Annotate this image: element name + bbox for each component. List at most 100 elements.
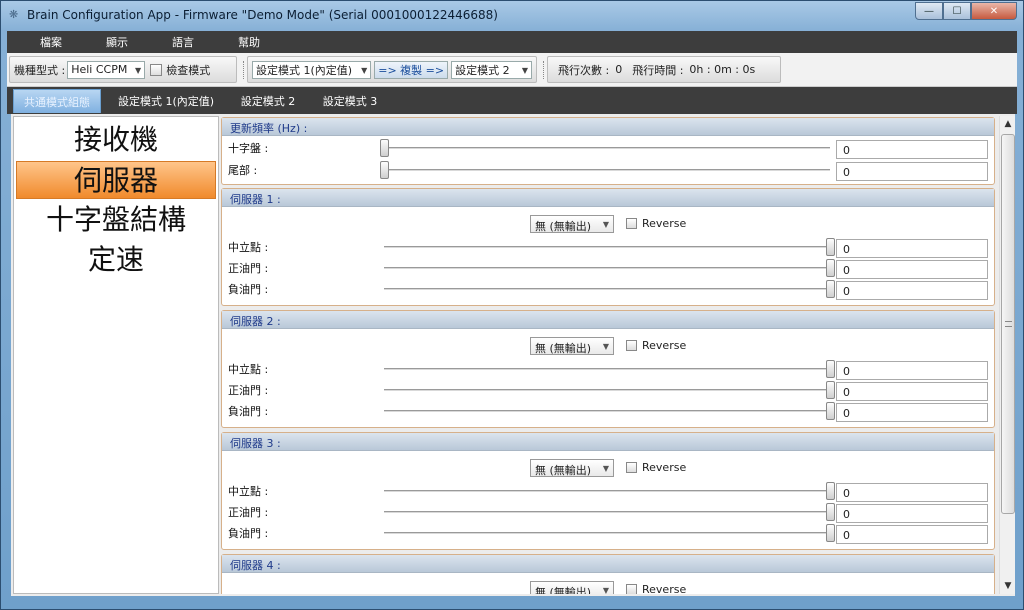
servo-2-center-label: 中立點 : bbox=[228, 363, 269, 376]
servo-1-reverse-label: Reverse bbox=[642, 217, 687, 230]
servo-3-pos-throttle-track bbox=[384, 511, 830, 514]
main-content: 接收機 伺服器 十字盤結構 定速 更新頻率 (Hz) : 十字盤 : 0 尾部 … bbox=[11, 114, 1015, 596]
servo-3-neg-throttle-input[interactable]: 0 bbox=[836, 525, 988, 544]
servo-1-output-select[interactable]: 無 (無輸出) ▼ bbox=[530, 215, 614, 233]
copy-button[interactable]: => 複製 => bbox=[374, 60, 449, 79]
chevron-down-icon: ▼ bbox=[602, 464, 609, 473]
close-button[interactable]: ✕ bbox=[971, 2, 1017, 20]
model-value: Heli CCPM bbox=[71, 63, 128, 76]
servo-1-center-label: 中立點 : bbox=[228, 241, 269, 254]
scrollbar-thumb[interactable] bbox=[1001, 134, 1015, 514]
scroll-up-icon[interactable]: ▲ bbox=[1000, 116, 1016, 132]
servo-2-reverse-checkbox[interactable] bbox=[626, 340, 637, 351]
flight-count-label: 飛行次數 : bbox=[558, 63, 610, 77]
servo-1-pos-throttle-input[interactable]: 0 bbox=[836, 260, 988, 279]
servo-2-neg-throttle-slider[interactable] bbox=[826, 402, 835, 420]
servo-2-pos-throttle-slider[interactable] bbox=[826, 381, 835, 399]
scroll-down-icon[interactable]: ▼ bbox=[1000, 578, 1016, 594]
model-select[interactable]: Heli CCPM ▼ bbox=[67, 60, 146, 79]
servo-3-pos-throttle-slider[interactable] bbox=[826, 503, 835, 521]
chevron-down-icon: ▼ bbox=[135, 65, 142, 75]
servo-2-reverse[interactable]: Reverse bbox=[626, 339, 686, 352]
flight-stats-group: 飛行次數 : 0 飛行時間 : 0h : 0m : 0s bbox=[543, 56, 781, 83]
servo-4-reverse-checkbox[interactable] bbox=[626, 584, 637, 594]
window-controls: — ☐ ✕ bbox=[915, 2, 1017, 20]
toolbar-grip[interactable] bbox=[243, 61, 246, 79]
tab-common-config[interactable]: 共通模式組態 bbox=[13, 89, 101, 113]
menu-file[interactable]: 檔案 bbox=[29, 34, 73, 50]
title-bar[interactable]: ❋ Brain Configuration App - Firmware "De… bbox=[1, 1, 1023, 29]
servo-3-center-track bbox=[384, 490, 830, 493]
servo-1-title: 伺服器 1 : bbox=[222, 189, 994, 207]
flight-time-label: 飛行時間 : bbox=[632, 63, 684, 77]
servo-2-neg-throttle-input[interactable]: 0 bbox=[836, 403, 988, 422]
servo-2-pos-throttle-input[interactable]: 0 bbox=[836, 382, 988, 401]
servo-1-neg-throttle-label: 負油門 : bbox=[228, 283, 269, 296]
update-rate-title: 更新頻率 (Hz) : bbox=[222, 118, 994, 136]
servo-3-center-slider[interactable] bbox=[826, 482, 835, 500]
tab-mode-2[interactable]: 設定模式 2 bbox=[229, 89, 307, 113]
tab-mode-1[interactable]: 設定模式 1(內定值) bbox=[107, 89, 225, 113]
target-mode-value: 設定模式 2 bbox=[455, 63, 510, 77]
nav-item-receiver[interactable]: 接收機 bbox=[16, 121, 216, 159]
chevron-down-icon: ▼ bbox=[602, 586, 609, 594]
maximize-button[interactable]: ☐ bbox=[943, 2, 971, 20]
menu-view[interactable]: 顯示 bbox=[95, 34, 139, 50]
minimize-button[interactable]: — bbox=[915, 2, 943, 20]
check-mode-checkbox[interactable] bbox=[150, 63, 163, 76]
category-list: 接收機 伺服器 十字盤結構 定速 bbox=[13, 116, 219, 594]
servo-1-reverse[interactable]: Reverse bbox=[626, 217, 686, 230]
servo-3-pos-throttle-input[interactable]: 0 bbox=[836, 504, 988, 523]
servo-1-output-value: 無 (無輸出) bbox=[535, 220, 592, 233]
servo-2-reverse-label: Reverse bbox=[642, 339, 687, 352]
toolbar: 機種型式 : Heli CCPM ▼ 檢查模式 設定模式 1(內定值) ▼ =>… bbox=[7, 53, 1017, 87]
servo-1-neg-throttle-input[interactable]: 0 bbox=[836, 281, 988, 300]
servo-1-neg-throttle-track bbox=[384, 288, 830, 291]
servo-1-center-track bbox=[384, 246, 830, 249]
servo-2-neg-throttle-label: 負油門 : bbox=[228, 405, 269, 418]
swash-rate-input[interactable]: 0 bbox=[836, 140, 988, 159]
source-mode-value: 設定模式 1(內定值) bbox=[256, 63, 353, 77]
target-mode-select[interactable]: 設定模式 2 ▼ bbox=[451, 60, 532, 79]
servo-2-pos-throttle-track bbox=[384, 389, 830, 392]
app-window: ❋ Brain Configuration App - Firmware "De… bbox=[0, 0, 1024, 610]
servo-4-reverse[interactable]: Reverse bbox=[626, 583, 686, 594]
servo-4-reverse-label: Reverse bbox=[642, 583, 687, 594]
servo-3-reverse-checkbox[interactable] bbox=[626, 462, 637, 473]
flight-time-value: 0h : 0m : 0s bbox=[689, 63, 756, 76]
servo-1-center-slider[interactable] bbox=[826, 238, 835, 256]
model-group: 機種型式 : Heli CCPM ▼ 檢查模式 bbox=[9, 56, 237, 83]
vertical-scrollbar[interactable]: ▲ ▼ bbox=[999, 116, 1015, 594]
servo-2-center-input[interactable]: 0 bbox=[836, 361, 988, 380]
servo-3-neg-throttle-slider[interactable] bbox=[826, 524, 835, 542]
servo-1-neg-throttle-slider[interactable] bbox=[826, 280, 835, 298]
servo-2-output-select[interactable]: 無 (無輸出) ▼ bbox=[530, 337, 614, 355]
tab-mode-3[interactable]: 設定模式 3 bbox=[311, 89, 389, 113]
servo-1-reverse-checkbox[interactable] bbox=[626, 218, 637, 229]
nav-item-swashplate[interactable]: 十字盤結構 bbox=[16, 201, 216, 239]
swash-rate-slider[interactable] bbox=[380, 139, 389, 157]
menu-language[interactable]: 語言 bbox=[161, 34, 205, 50]
tail-rate-input[interactable]: 0 bbox=[836, 162, 988, 181]
chevron-down-icon: ▼ bbox=[361, 65, 368, 75]
grip-icon bbox=[1005, 321, 1012, 327]
servo-2-output-value: 無 (無輸出) bbox=[535, 342, 592, 355]
chevron-down-icon: ▼ bbox=[602, 220, 609, 229]
servo-3-center-input[interactable]: 0 bbox=[836, 483, 988, 502]
menu-help[interactable]: 幫助 bbox=[227, 34, 271, 50]
servo-4-output-select[interactable]: 無 (無輸出) ▼ bbox=[530, 581, 614, 594]
servo-3-reverse[interactable]: Reverse bbox=[626, 461, 686, 474]
toolbar-grip[interactable] bbox=[543, 61, 546, 79]
servo-3-output-select[interactable]: 無 (無輸出) ▼ bbox=[530, 459, 614, 477]
servo-4-output-value: 無 (無輸出) bbox=[535, 586, 592, 594]
nav-item-governor[interactable]: 定速 bbox=[16, 241, 216, 279]
tail-rate-slider[interactable] bbox=[380, 161, 389, 179]
servo-1-pos-throttle-slider[interactable] bbox=[826, 259, 835, 277]
nav-item-servo[interactable]: 伺服器 bbox=[16, 161, 216, 199]
servo-2-neg-throttle-track bbox=[384, 410, 830, 413]
servo-2-center-slider[interactable] bbox=[826, 360, 835, 378]
update-rate-section: 更新頻率 (Hz) : 十字盤 : 0 尾部 : 0 bbox=[221, 117, 995, 185]
servo-1-center-input[interactable]: 0 bbox=[836, 239, 988, 258]
servo-3-section: 伺服器 3 : 無 (無輸出) ▼ Reverse 中立點 : 0 正油門 : 0… bbox=[221, 432, 995, 550]
source-mode-select[interactable]: 設定模式 1(內定值) ▼ bbox=[252, 60, 372, 79]
